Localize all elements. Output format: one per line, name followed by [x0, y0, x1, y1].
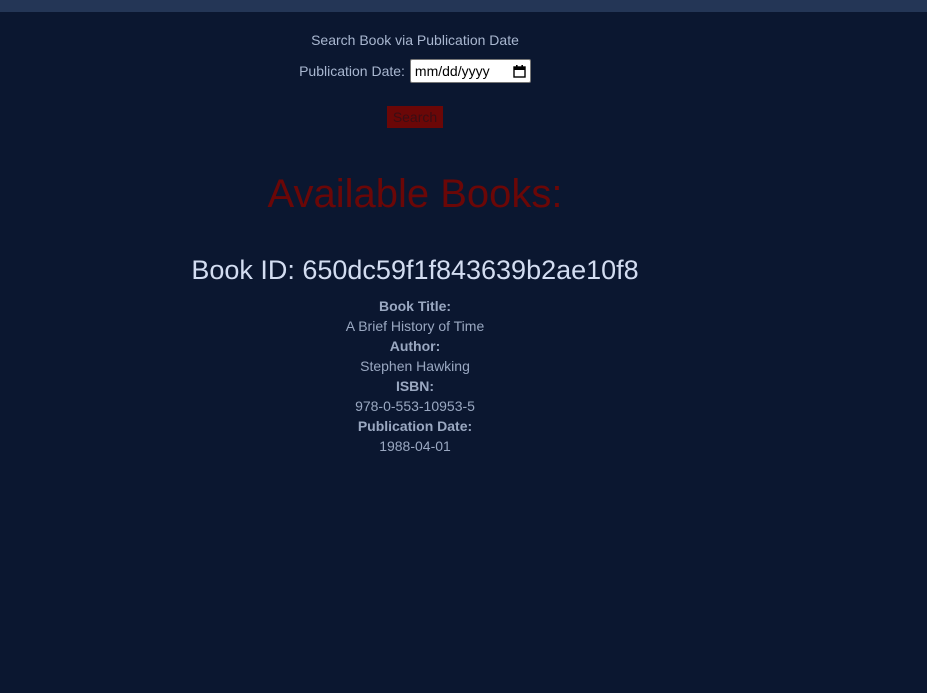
calendar-icon[interactable]	[513, 64, 526, 78]
publication-date-detail-label: Publication Date:	[357, 418, 473, 434]
book-id: Book ID: 650dc59f1f843639b2ae10f8	[191, 255, 639, 285]
search-section-title: Search Book via Publication Date	[311, 32, 519, 48]
book-title-label: Book Title:	[378, 298, 452, 314]
top-bar	[0, 0, 927, 12]
author-label: Author:	[389, 338, 441, 354]
book-title-value: A Brief History of Time	[345, 318, 485, 334]
available-books-heading: Available Books:	[267, 172, 563, 216]
date-input-placeholder: mm/dd/yyyy	[414, 63, 490, 79]
publication-date-input[interactable]: mm/dd/yyyy	[409, 59, 531, 83]
author-value: Stephen Hawking	[360, 358, 470, 374]
isbn-label: ISBN:	[395, 378, 435, 394]
book-details: Book Title: A Brief History of Time Auth…	[0, 296, 830, 456]
publication-date-row: Publication Date: mm/dd/yyyy	[0, 59, 830, 83]
publication-date-label: Publication Date:	[299, 63, 405, 79]
isbn-value: 978-0-553-10953-5	[355, 398, 475, 414]
search-button[interactable]: Search	[387, 106, 443, 128]
publication-date-value: 1988-04-01	[379, 438, 451, 454]
